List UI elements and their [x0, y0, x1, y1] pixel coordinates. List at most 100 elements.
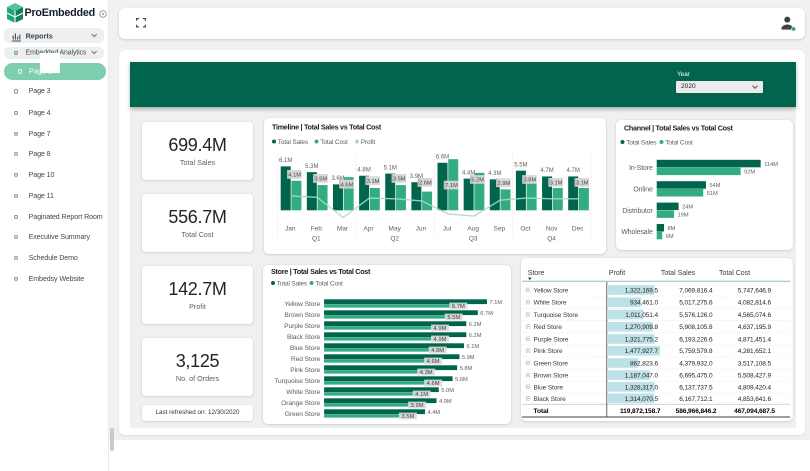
- svg-text:Apr: Apr: [364, 225, 375, 232]
- svg-text:5,908,105.8: 5,908,105.8: [679, 324, 713, 331]
- svg-text:4.8M: 4.8M: [431, 348, 444, 354]
- svg-text:5,017,275.6: 5,017,275.6: [679, 300, 713, 307]
- svg-text:4.3M: 4.3M: [420, 370, 433, 376]
- svg-text:6M: 6M: [666, 234, 674, 240]
- svg-text:6.7M: 6.7M: [480, 311, 493, 317]
- svg-text:3.9M: 3.9M: [411, 403, 424, 409]
- svg-text:4.1M: 4.1M: [415, 392, 428, 398]
- svg-text:Pink Store: Pink Store: [534, 348, 563, 355]
- svg-text:5.8M: 5.8M: [460, 366, 473, 372]
- svg-text:4,281,652.1: 4,281,652.1: [738, 348, 772, 355]
- svg-text:Brown Store: Brown Store: [284, 312, 320, 319]
- svg-text:Red Store: Red Store: [534, 324, 563, 331]
- svg-text:3.5M: 3.5M: [314, 177, 327, 183]
- svg-text:6,167,712.1: 6,167,712.1: [679, 396, 713, 403]
- svg-text:6.6M: 6.6M: [436, 155, 449, 161]
- svg-text:1,321,775.2: 1,321,775.2: [625, 336, 659, 343]
- svg-text:4,379,932.0: 4,379,932.0: [679, 360, 713, 367]
- svg-text:In-Store: In-Store: [629, 165, 653, 172]
- svg-text:2.9M: 2.9M: [497, 181, 510, 187]
- svg-text:White Store: White Store: [286, 389, 320, 396]
- svg-text:4.7M: 4.7M: [567, 168, 580, 174]
- svg-text:3.8M: 3.8M: [524, 178, 537, 184]
- svg-text:467,094,687.5: 467,094,687.5: [734, 408, 775, 415]
- svg-text:5,576,126.0: 5,576,126.0: [679, 312, 713, 319]
- svg-text:Pink Store: Pink Store: [290, 367, 320, 374]
- svg-text:Total Cost: Total Cost: [719, 270, 750, 277]
- svg-text:7,069,816.4: 7,069,816.4: [679, 287, 713, 294]
- svg-text:6,193,226.6: 6,193,226.6: [679, 336, 713, 343]
- svg-text:114M: 114M: [764, 162, 778, 168]
- svg-text:Q2: Q2: [390, 235, 399, 242]
- svg-text:1,011,051.4: 1,011,051.4: [625, 312, 658, 319]
- svg-text:7.1M: 7.1M: [490, 300, 503, 306]
- svg-text:Purple Store: Purple Store: [284, 323, 320, 330]
- svg-text:4.7M: 4.7M: [540, 168, 553, 174]
- svg-text:Dec: Dec: [572, 225, 584, 232]
- svg-text:3.1M: 3.1M: [550, 181, 563, 187]
- svg-text:8M: 8M: [668, 226, 676, 232]
- svg-text:May: May: [389, 225, 402, 232]
- svg-text:Profit: Profit: [609, 270, 625, 277]
- svg-text:White Store: White Store: [534, 300, 567, 307]
- svg-text:Black Store: Black Store: [534, 396, 567, 403]
- svg-text:6,137,737.5: 6,137,737.5: [679, 384, 713, 391]
- svg-text:4.6M: 4.6M: [427, 359, 440, 365]
- svg-text:3.5M: 3.5M: [401, 414, 414, 420]
- svg-text:Online: Online: [633, 186, 653, 193]
- svg-text:Total Sales: Total Sales: [277, 281, 308, 288]
- svg-text:Store: Store: [528, 270, 545, 277]
- svg-text:Mar: Mar: [337, 225, 349, 232]
- svg-text:1,270,909.8: 1,270,909.8: [625, 324, 659, 331]
- svg-text:Yellow Store: Yellow Store: [284, 301, 320, 308]
- svg-text:Total Cost: Total Cost: [665, 140, 693, 147]
- svg-text:586,966,846.2: 586,966,846.2: [676, 408, 717, 415]
- svg-text:5,759,579.8: 5,759,579.8: [679, 348, 713, 355]
- svg-text:4,853,641.6: 4,853,641.6: [738, 396, 772, 403]
- svg-text:51M: 51M: [707, 191, 718, 197]
- svg-text:4,565,074.6: 4,565,074.6: [738, 312, 772, 319]
- svg-text:Q4: Q4: [547, 235, 556, 242]
- svg-text:Turquoise Store: Turquoise Store: [534, 312, 579, 319]
- svg-text:4,809,420.4: 4,809,420.4: [738, 384, 772, 391]
- svg-text:5.2M: 5.2M: [471, 178, 484, 184]
- svg-text:Orange Store: Orange Store: [281, 400, 320, 407]
- svg-text:1,477,927.7: 1,477,927.7: [625, 348, 659, 355]
- svg-text:5.3M: 5.3M: [305, 164, 318, 170]
- svg-text:Jun: Jun: [416, 225, 427, 232]
- svg-text:Sep: Sep: [494, 225, 506, 232]
- svg-text:Blue Store: Blue Store: [534, 384, 564, 391]
- svg-text:3.1M: 3.1M: [576, 181, 589, 187]
- svg-text:4.1M: 4.1M: [288, 173, 301, 179]
- svg-text:5.5M: 5.5M: [447, 315, 460, 321]
- svg-text:Wholesale: Wholesale: [621, 229, 653, 236]
- svg-text:Red Store: Red Store: [291, 356, 321, 363]
- svg-text:Oct: Oct: [520, 225, 530, 232]
- svg-text:Jul: Jul: [443, 225, 452, 232]
- svg-text:5,508,427.9: 5,508,427.9: [738, 373, 772, 380]
- svg-text:Store | Total Sales vs Total C: Store | Total Sales vs Total Cost: [271, 267, 371, 276]
- svg-text:Total Sales: Total Sales: [661, 270, 696, 277]
- svg-text:Total Cost: Total Cost: [315, 281, 343, 288]
- svg-text:Turquoise Store: Turquoise Store: [274, 378, 320, 385]
- svg-text:Jan: Jan: [285, 225, 296, 232]
- svg-text:1,314,070.5: 1,314,070.5: [625, 396, 659, 403]
- svg-text:5.9M: 5.9M: [462, 355, 475, 361]
- svg-text:1,328,317.0: 1,328,317.0: [625, 384, 659, 391]
- svg-text:4,082,814.6: 4,082,814.6: [738, 300, 772, 307]
- svg-text:Aug: Aug: [467, 225, 479, 232]
- svg-text:54M: 54M: [709, 183, 720, 189]
- svg-text:4.9M: 4.9M: [434, 326, 447, 332]
- svg-text:2.6M: 2.6M: [419, 181, 432, 187]
- svg-text:Distributor: Distributor: [622, 208, 653, 215]
- svg-text:Green Store: Green Store: [534, 360, 569, 367]
- svg-text:Feb: Feb: [311, 225, 323, 232]
- svg-text:4.4M: 4.4M: [428, 410, 441, 416]
- svg-text:6.2M: 6.2M: [469, 333, 482, 339]
- svg-text:Total Sales: Total Sales: [278, 139, 309, 146]
- svg-text:4.6M: 4.6M: [341, 182, 354, 188]
- svg-text:4.8M: 4.8M: [357, 167, 370, 173]
- svg-text:1,187,047.0: 1,187,047.0: [625, 373, 659, 380]
- svg-text:Black Store: Black Store: [287, 334, 320, 341]
- svg-text:Total Cost: Total Cost: [320, 139, 348, 146]
